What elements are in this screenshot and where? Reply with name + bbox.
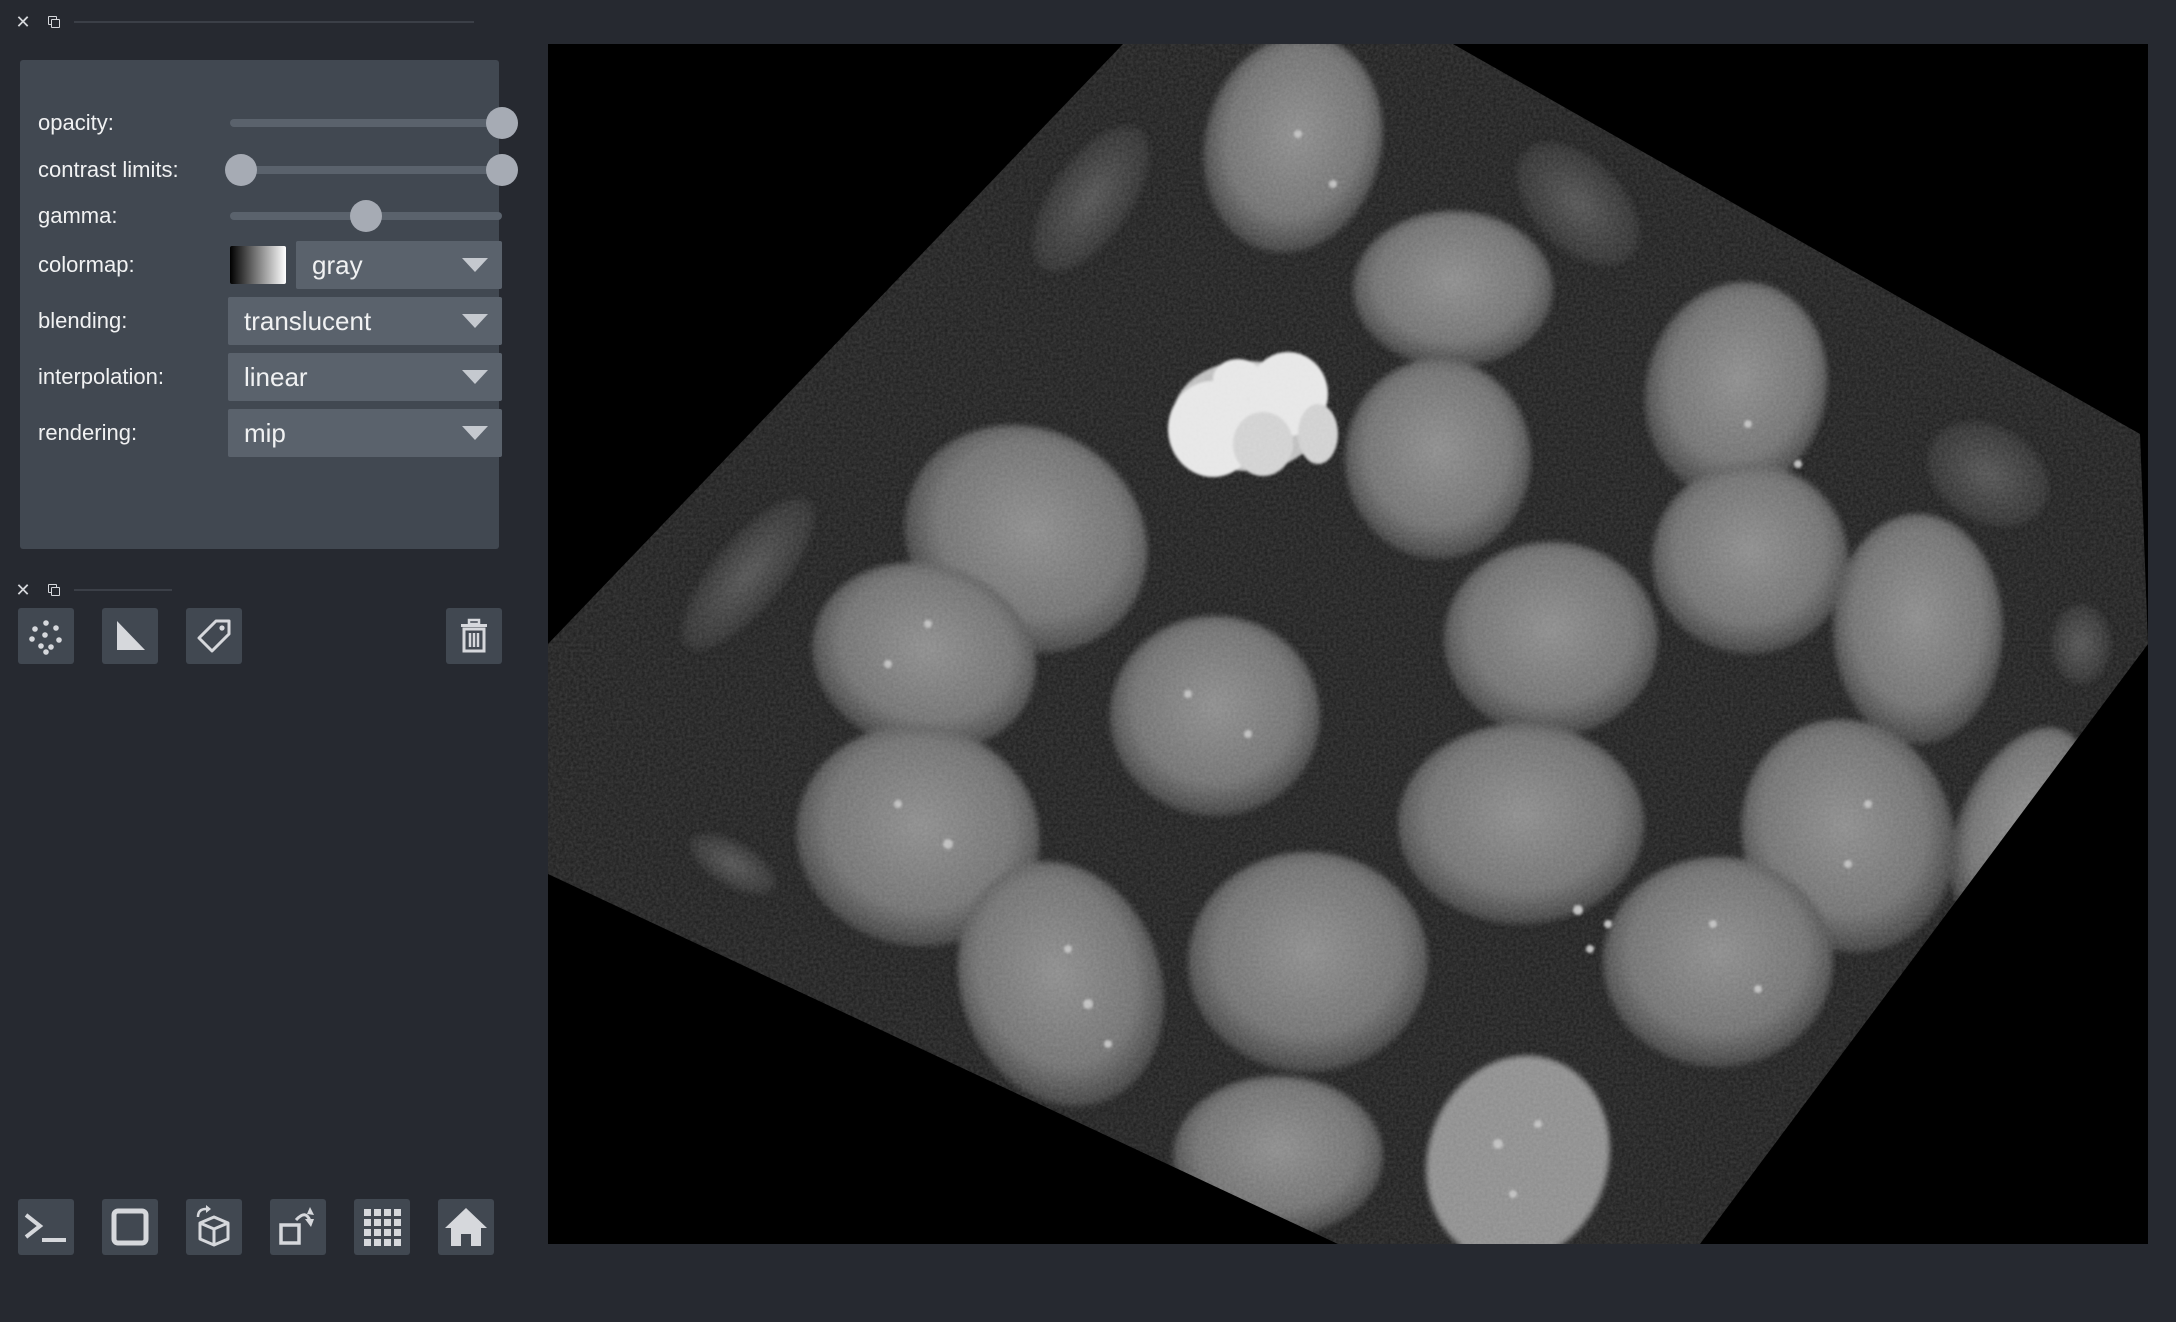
transpose-dimensions-button[interactable]: [270, 1199, 326, 1255]
chevron-down-icon: [462, 258, 488, 272]
image-canvas[interactable]: [548, 44, 2148, 1244]
layer-list-dock-title: ✕: [14, 581, 172, 599]
close-icon[interactable]: ✕: [14, 13, 32, 31]
nuclei-group: [548, 44, 2148, 1244]
rendering-label: rendering:: [38, 420, 138, 445]
dock-title-divider: [74, 589, 172, 591]
blending-row: blending: translucent: [38, 297, 502, 345]
new-shapes-layer-button[interactable]: [102, 608, 158, 664]
contrast-limits-slider[interactable]: [224, 154, 518, 186]
reset-view-button[interactable]: [438, 1199, 494, 1255]
rendering-row: rendering: mip: [38, 409, 502, 457]
float-panel-icon[interactable]: [44, 13, 62, 31]
interpolation-row: interpolation: linear: [38, 353, 502, 401]
colormap-value: gray: [312, 249, 363, 280]
rendering-dropdown[interactable]: mip: [228, 409, 502, 457]
contrast-limits-label: contrast limits:: [38, 157, 179, 182]
gamma-slider-handle[interactable]: [350, 200, 382, 232]
console-icon: [22, 1207, 70, 1247]
grid-view-icon: [360, 1205, 404, 1249]
new-points-icon: [26, 616, 66, 656]
blending-label: blending:: [38, 308, 128, 333]
interpolation-value: linear: [244, 361, 308, 392]
opacity-slider[interactable]: [230, 107, 518, 139]
gamma-label: gamma:: [38, 203, 118, 228]
chevron-down-icon: [462, 314, 488, 328]
opacity-slider-handle[interactable]: [486, 107, 518, 139]
blending-dropdown[interactable]: translucent: [228, 297, 502, 345]
transpose-icon: [276, 1205, 320, 1249]
delete-layer-button[interactable]: [446, 608, 502, 664]
interpolation-dropdown[interactable]: linear: [228, 353, 502, 401]
dock-title-divider: [74, 21, 474, 23]
colormap-dropdown[interactable]: gray: [296, 241, 502, 289]
interpolation-label: interpolation:: [38, 364, 164, 389]
layer-controls-panel: opacity: contrast limits: gamma: colorma…: [20, 60, 518, 549]
blending-value: translucent: [244, 305, 372, 336]
close-icon[interactable]: ✕: [14, 581, 32, 599]
contrast-limits-row: contrast limits:: [38, 146, 518, 194]
float-panel-icon[interactable]: [44, 581, 62, 599]
colormap-row: colormap: gray: [38, 241, 502, 289]
new-shapes-icon: [110, 616, 150, 656]
chevron-down-icon: [462, 370, 488, 384]
layer-controls-dock-title: ✕: [14, 13, 474, 31]
opacity-label: opacity:: [38, 110, 114, 135]
grid-view-button[interactable]: [354, 1199, 410, 1255]
ndisplay-toggle-icon: [110, 1207, 150, 1247]
home-icon: [442, 1205, 490, 1249]
chevron-down-icon: [462, 426, 488, 440]
colormap-label: colormap:: [38, 252, 135, 277]
opacity-row: opacity:: [38, 99, 518, 147]
console-button[interactable]: [18, 1199, 74, 1255]
contrast-limits-max-handle[interactable]: [486, 154, 518, 186]
new-labels-icon: [194, 616, 234, 656]
rendering-value: mip: [244, 417, 286, 448]
new-points-layer-button[interactable]: [18, 608, 74, 664]
new-labels-layer-button[interactable]: [186, 608, 242, 664]
ndisplay-toggle-button[interactable]: [102, 1199, 158, 1255]
delete-layer-icon: [454, 616, 494, 656]
roll-dimensions-button[interactable]: [186, 1199, 242, 1255]
colormap-swatch: [230, 246, 286, 284]
contrast-limits-min-handle[interactable]: [224, 154, 257, 186]
gamma-row: gamma:: [38, 192, 502, 240]
rendered-volume-view: [548, 44, 2148, 1244]
roll-icon: [192, 1205, 236, 1249]
gamma-slider[interactable]: [230, 200, 502, 232]
